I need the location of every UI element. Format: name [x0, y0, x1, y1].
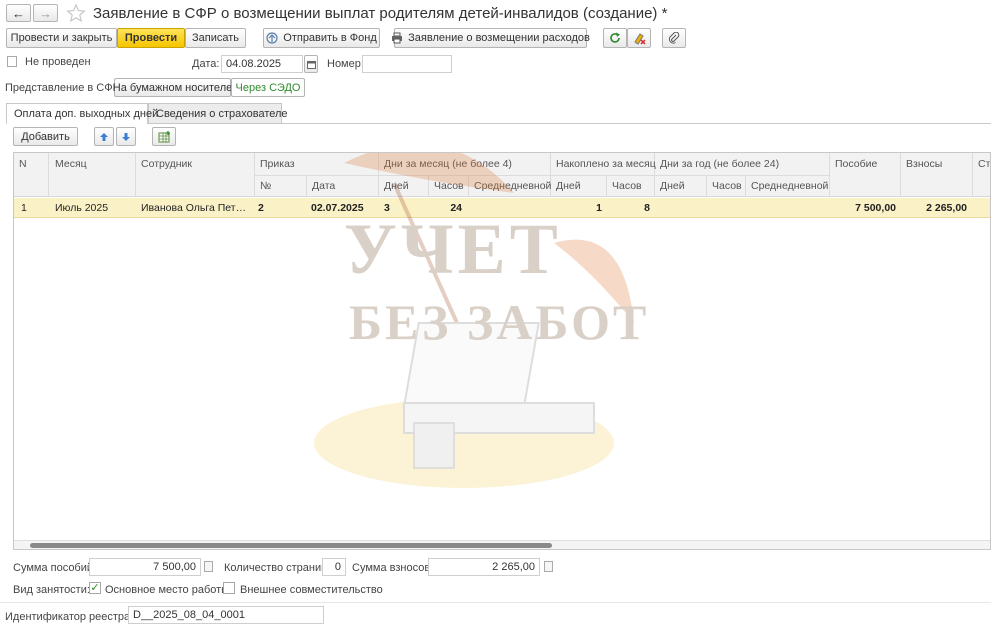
paperclip-icon [668, 32, 680, 44]
submission-label: Представление в СФР: [5, 82, 123, 94]
cell-benefit: 7 500,00 [855, 202, 896, 214]
sum-benefits-field: 7 500,00 [89, 558, 201, 576]
sum-contrib-field: 2 265,00 [428, 558, 540, 576]
fill-table-button[interactable] [152, 127, 176, 146]
send-to-fund-label: Отправить в Фонд [283, 32, 377, 44]
add-button[interactable]: Добавить [13, 127, 78, 146]
table-fill-icon [158, 130, 171, 143]
reimbursement-application-button[interactable]: Заявление о возмещении расходов [391, 28, 590, 48]
date-label: Дата: [192, 58, 220, 70]
tab-insurer-info[interactable]: Сведения о страхователе [148, 103, 288, 123]
cell-am-hours: 8 [644, 202, 650, 214]
footer-divider [0, 602, 991, 603]
watermark-line2: БЕЗ ЗАБОТ [349, 294, 650, 350]
part-time-checkbox[interactable] [223, 582, 235, 594]
printer-icon [391, 32, 403, 44]
col-header-days-month[interactable]: Дни за месяц (не более 4) [379, 158, 512, 170]
posted-status-icon [7, 56, 17, 67]
calendar-button[interactable] [304, 55, 318, 73]
sum-benefits-label: Сумма пособий: [13, 562, 97, 574]
arrow-left-icon: ← [12, 5, 25, 21]
col-header-order-no[interactable]: № [255, 180, 271, 192]
registry-id-field: D__2025_08_04_0001 [128, 606, 324, 624]
col-header-am-hours[interactable]: Часов [607, 180, 642, 192]
post-button[interactable]: Провести [117, 28, 185, 48]
clear-movements-button[interactable] [627, 28, 651, 48]
star-icon[interactable] [66, 3, 86, 23]
tab-panel-border [6, 123, 991, 124]
col-header-order[interactable]: Приказ [255, 158, 295, 170]
tab-extra-days-payment[interactable]: Оплата доп. выходных дней [6, 103, 158, 124]
col-header-dy-avg[interactable]: Среднедневной [746, 180, 828, 192]
cell-am-days: 1 [596, 202, 602, 214]
move-down-button[interactable] [116, 127, 136, 146]
scrollbar-thumb[interactable] [30, 543, 552, 548]
col-header-more[interactable]: Ст [973, 158, 990, 170]
attach-button[interactable] [662, 28, 686, 48]
reimbursement-application-label: Заявление о возмещении расходов [408, 32, 590, 44]
arrow-down-icon [121, 132, 131, 142]
col-header-employee[interactable]: Сотрудник [136, 158, 192, 170]
part-time-label: Внешнее совместительство [240, 584, 383, 596]
col-header-contrib[interactable]: Взносы [901, 158, 942, 170]
arrow-up-icon [99, 132, 109, 142]
sum-contrib-label: Сумма взносов: [352, 562, 434, 574]
cell-employee: Иванова Ольга Петровна [141, 202, 249, 214]
calculator-icon[interactable] [204, 561, 213, 572]
col-header-dy-days[interactable]: Дней [655, 180, 685, 192]
table-container: N Месяц Сотрудник Приказ Дни за месяц (н… [13, 152, 991, 550]
move-up-button[interactable] [94, 127, 114, 146]
calendar-icon [306, 60, 316, 69]
arrow-right-icon: → [39, 5, 52, 21]
col-header-month[interactable]: Месяц [50, 158, 87, 170]
table-row[interactable]: 1 Июль 2025 Иванова Ольга Петровна 2 02.… [14, 198, 990, 218]
cell-order-date: 02.07.2025 [311, 202, 364, 214]
main-job-checkbox[interactable]: ✓ [89, 582, 101, 594]
calculator-icon[interactable] [544, 561, 553, 572]
refresh-button[interactable] [603, 28, 627, 48]
refresh-icon [609, 32, 621, 44]
col-header-am-days[interactable]: Дней [551, 180, 581, 192]
back-button[interactable]: ← [6, 4, 31, 22]
cell-dm-hours: 24 [450, 202, 462, 214]
eraser-icon [633, 32, 646, 45]
page-title: Заявление в СФР о возмещении выплат роди… [93, 5, 668, 22]
col-header-dm-days[interactable]: Дней [379, 180, 409, 192]
cell-dm-days: 3 [384, 202, 390, 214]
number-field[interactable] [362, 55, 452, 73]
registry-id-label: Идентификатор реестра: [5, 611, 134, 623]
col-header-order-date[interactable]: Дата [307, 180, 335, 192]
watermark-line1: УЧЕТ [344, 209, 562, 289]
col-header-days-year[interactable]: Дни за год (не более 24) [655, 158, 779, 170]
col-header-dm-avg[interactable]: Среднедневной [469, 180, 551, 192]
pages-count-field[interactable]: 0 [322, 558, 346, 576]
col-header-dm-hours[interactable]: Часов [429, 180, 464, 192]
employment-type-label: Вид занятости: [13, 584, 90, 596]
post-and-close-button[interactable]: Провести и закрыть [6, 28, 117, 48]
horizontal-scrollbar[interactable] [14, 540, 990, 549]
date-field[interactable]: 04.08.2025 [221, 55, 303, 73]
forward-button[interactable]: → [33, 4, 58, 22]
cell-month: Июль 2025 [55, 202, 109, 214]
col-header-dy-hours[interactable]: Часов [707, 180, 742, 192]
main-job-label: Основное место работы [105, 584, 230, 596]
cell-n: 1 [21, 202, 27, 214]
sedo-submission-option[interactable]: Через СЭДО [231, 78, 305, 97]
send-icon [266, 32, 278, 44]
pages-count-label: Количество страниц: [224, 562, 331, 574]
col-header-accum-month[interactable]: Накоплено за месяц [551, 158, 656, 170]
number-label: Номер: [327, 58, 364, 70]
cell-order-no: 2 [258, 202, 264, 214]
col-header-benefit[interactable]: Пособие [830, 158, 877, 170]
posted-status-label: Не проведен [25, 56, 91, 68]
send-to-fund-button[interactable]: Отправить в Фонд [263, 28, 380, 48]
cell-contrib: 2 265,00 [926, 202, 967, 214]
save-button[interactable]: Записать [185, 28, 246, 48]
col-header-n[interactable]: N [14, 158, 27, 170]
paper-submission-option[interactable]: На бумажном носителе [113, 78, 232, 97]
